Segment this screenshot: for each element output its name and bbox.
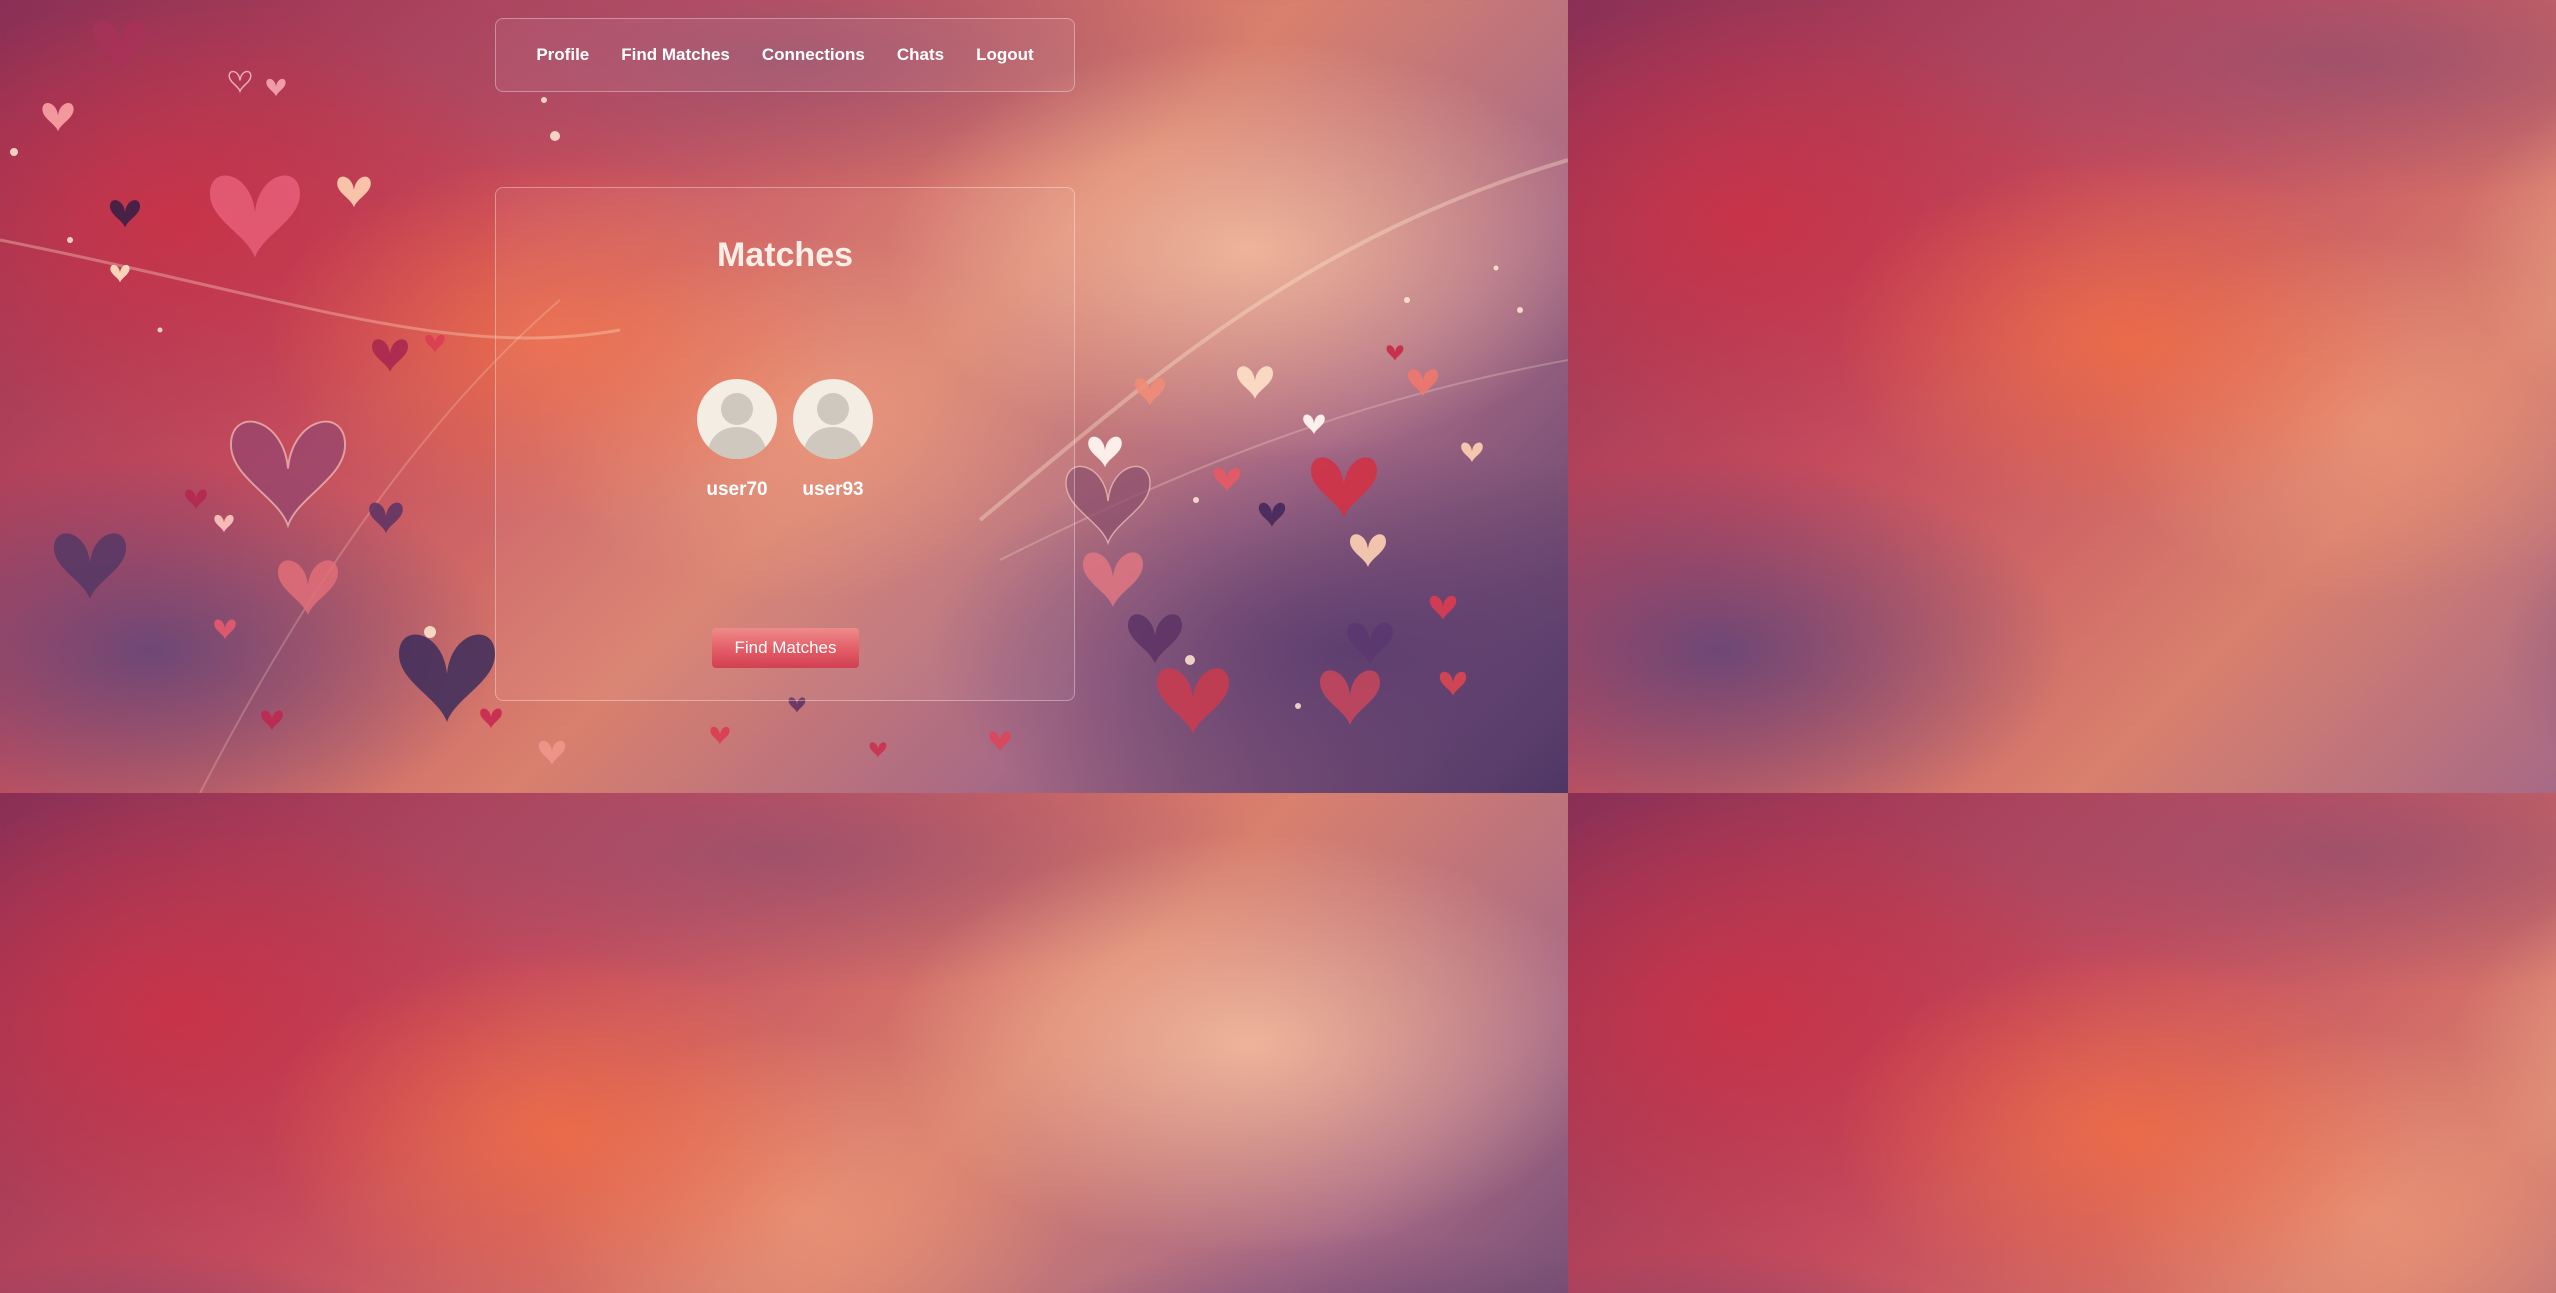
avatar[interactable] xyxy=(793,379,873,459)
match-card-user93[interactable]: user93 xyxy=(793,379,873,501)
default-user-avatar-icon xyxy=(707,393,767,459)
top-navigation: Profile Find Matches Connections Chats L… xyxy=(495,18,1075,92)
matches-panel: Matches user70 user93 Find Matches xyxy=(495,187,1075,701)
match-username: user70 xyxy=(706,479,768,500)
nav-connections-link[interactable]: Connections xyxy=(762,45,865,65)
nav-profile-link[interactable]: Profile xyxy=(536,45,589,65)
page-title: Matches xyxy=(716,236,854,274)
match-card-user70[interactable]: user70 xyxy=(697,379,777,501)
nav-find-matches-link[interactable]: Find Matches xyxy=(621,45,730,65)
match-username: user93 xyxy=(802,479,864,500)
find-matches-button[interactable]: Find Matches xyxy=(712,628,859,668)
default-user-avatar-icon xyxy=(803,393,863,459)
avatar[interactable] xyxy=(697,379,777,459)
nav-logout-link[interactable]: Logout xyxy=(976,45,1034,65)
nav-chats-link[interactable]: Chats xyxy=(897,45,944,65)
matches-list: user70 user93 xyxy=(496,379,1074,501)
